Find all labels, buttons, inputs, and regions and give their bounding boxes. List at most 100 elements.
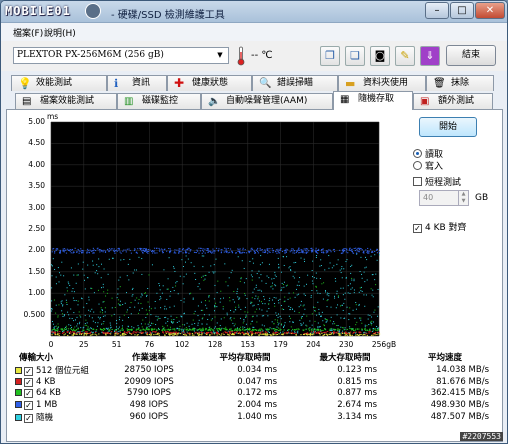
data-point-band <box>318 333 321 335</box>
copy-all-icon[interactable]: ❏ <box>345 46 365 66</box>
data-point-1mb <box>353 247 355 249</box>
copy-icon[interactable]: ❐ <box>320 46 340 66</box>
data-point-random <box>208 314 210 316</box>
data-point-1mb <box>110 249 112 251</box>
write-radio[interactable]: 寫入 <box>413 159 443 172</box>
tab-info[interactable]: ℹ 資訊 <box>107 75 167 91</box>
data-point-band <box>326 334 329 336</box>
data-point-random <box>213 264 215 266</box>
minimize-button[interactable]: – <box>425 2 449 19</box>
data-point-random <box>98 258 100 260</box>
data-point-band <box>119 332 122 334</box>
menu-file[interactable]: 檔案(F) <box>13 26 43 39</box>
series-checkbox[interactable]: ✓ <box>24 377 33 387</box>
data-point-random <box>375 273 377 275</box>
data-point-band <box>202 332 204 334</box>
data-point-random <box>336 293 338 295</box>
drive-select[interactable]: PLEXTOR PX-256M6M (256 gB) ▼ <box>13 47 229 64</box>
data-point-random <box>305 324 307 326</box>
tab-file-benchmark[interactable]: ▤ 檔案效能測試 <box>15 93 117 109</box>
tab-disk-monitor[interactable]: ▥ 磁碟監控 <box>117 93 201 109</box>
data-point-random <box>81 330 83 332</box>
data-point-random <box>75 282 77 284</box>
data-point-64kb <box>152 323 154 325</box>
data-point-random <box>66 287 68 289</box>
data-point-band <box>372 333 375 335</box>
data-point-1mb <box>259 247 261 249</box>
tab-health[interactable]: ✚ 健康狀態 <box>167 75 252 91</box>
tab-folder-usage[interactable]: ▬ 資料夾使用 <box>338 75 426 91</box>
data-point-random <box>350 265 352 267</box>
tab-benchmark[interactable]: 💡 效能測試 <box>11 75 107 91</box>
data-point-1mb <box>91 250 93 252</box>
data-point-1mb <box>144 250 146 252</box>
data-point-random <box>249 260 251 262</box>
series-checkbox[interactable]: ✓ <box>24 367 33 376</box>
data-point-1mb <box>80 248 82 250</box>
data-point-random <box>294 271 296 273</box>
data-point-random <box>183 330 185 332</box>
start-button[interactable]: 開始 <box>419 117 477 137</box>
data-point-band <box>63 334 65 336</box>
series-checkbox[interactable]: ✓ <box>24 389 33 399</box>
data-point-random <box>366 279 368 281</box>
data-point-band <box>64 328 67 330</box>
title-bar: MOBILE01 - 硬碟/SSD 檢測維護工具 – □ ✕ <box>1 1 507 23</box>
data-point-random <box>276 314 278 316</box>
align-4k-checkbox[interactable]: ✓ 4 KB 對齊 <box>413 220 467 233</box>
data-point-1mb <box>325 252 327 254</box>
maximize-button[interactable]: □ <box>450 2 474 19</box>
camera-icon[interactable]: ◙ <box>370 46 390 66</box>
data-point-1mb <box>242 249 244 251</box>
data-point-64kb <box>314 310 316 312</box>
data-point-random <box>159 299 161 301</box>
data-point-band <box>77 328 79 330</box>
data-point-1mb <box>202 251 205 253</box>
tab-aam[interactable]: 🔈 自動噪聲管理(AAM) <box>201 93 333 109</box>
data-point-1mb <box>378 251 380 253</box>
data-point-1mb <box>285 251 287 253</box>
data-point-64kb <box>342 327 344 329</box>
exit-button[interactable]: 結束 <box>446 45 496 66</box>
spin-arrows-icon[interactable]: ▲ ▼ <box>458 191 468 205</box>
menu-help[interactable]: 說明(H) <box>44 26 76 39</box>
series-checkbox[interactable]: ✓ <box>24 413 33 423</box>
data-point-64kb <box>239 280 241 282</box>
tab-extra-tests[interactable]: ▣ 額外測試 <box>413 93 493 109</box>
data-point-random <box>312 260 314 262</box>
series-checkbox[interactable]: ✓ <box>24 400 33 410</box>
data-point-1mb <box>242 247 244 249</box>
data-point-band <box>346 328 348 330</box>
close-button[interactable]: ✕ <box>475 2 505 19</box>
data-point-random <box>172 286 174 288</box>
data-point-band <box>189 332 191 334</box>
tab-random-access[interactable]: ▦ 隨機存取 <box>333 91 413 110</box>
data-point-1mb <box>276 252 278 254</box>
data-point-64kb <box>204 274 206 276</box>
data-point-1mb <box>173 252 175 254</box>
tab-erase[interactable]: 🗑 抹除 <box>426 75 494 91</box>
data-point-band <box>186 332 189 334</box>
data-point-1mb <box>356 248 358 250</box>
data-point-1mb <box>342 248 345 250</box>
data-point-band <box>219 330 222 332</box>
data-point-1mb <box>221 249 223 251</box>
data-point-64kb <box>360 317 362 319</box>
data-point-random <box>230 317 232 319</box>
download-icon[interactable]: ⇓ <box>420 46 440 66</box>
tab-label: 資料夾使用 <box>363 78 409 88</box>
data-point-band <box>249 331 251 333</box>
tab-error-scan[interactable]: 🔍 錯誤掃瞄 <box>252 75 338 91</box>
options-icon[interactable]: ✎ <box>395 46 415 66</box>
data-point-random <box>217 330 219 332</box>
short-test-checkbox[interactable]: 短程測試 <box>413 175 461 188</box>
data-point-random <box>172 322 174 324</box>
data-point-band <box>58 332 61 334</box>
data-point-random <box>202 266 204 268</box>
data-point-64kb <box>164 328 166 330</box>
data-point-1mb <box>126 248 129 250</box>
data-point-1mb <box>89 249 91 251</box>
size-cell: ✓ 4 KB <box>13 376 103 388</box>
data-point-band <box>247 333 249 335</box>
size-spinner[interactable]: 40 ▲ ▼ <box>419 190 469 206</box>
